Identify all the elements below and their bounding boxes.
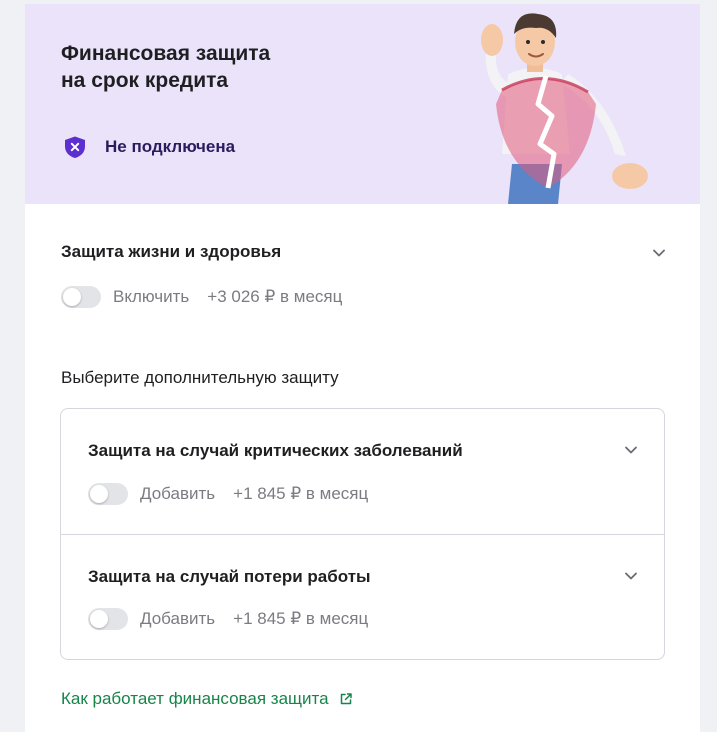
life-price: +3 026 ₽ в месяц [207, 287, 343, 306]
chevron-down-icon[interactable] [624, 569, 638, 583]
man-with-shield-illustration [481, 13, 648, 204]
job-loss-toggle-label: Добавить [140, 609, 216, 628]
divider [61, 534, 664, 535]
job-loss-header[interactable]: Защита на случай потери работы [88, 567, 371, 587]
job-loss-title: Защита на случай потери работы [88, 567, 371, 586]
critical-illness-header[interactable]: Защита на случай критических заболеваний [88, 441, 463, 461]
critical-illness-toggle-row: Добавить +1 845 ₽ в месяц [88, 483, 368, 505]
financial-protection-card: Финансовая защита на срок кредита Не под… [25, 4, 700, 732]
extra-options-box: Защита на случай критических заболеваний… [60, 408, 665, 660]
shield-x-icon [65, 136, 85, 158]
critical-illness-price: +1 845 ₽ в месяц [233, 484, 369, 503]
extra-protection-heading: Выберите дополнительную защиту [61, 368, 339, 387]
how-protection-works-link[interactable]: Как работает финансовая защита [61, 689, 353, 709]
life-protection-header[interactable]: Защита жизни и здоровья [61, 242, 665, 264]
critical-illness-title: Защита на случай критических заболеваний [88, 441, 463, 460]
job-loss-price: +1 845 ₽ в месяц [233, 609, 369, 628]
life-toggle-switch[interactable] [61, 286, 101, 308]
toggle-knob [90, 610, 108, 628]
job-loss-toggle-switch[interactable] [88, 608, 128, 630]
external-link-icon [340, 693, 352, 705]
life-protection-title: Защита жизни и здоровья [61, 242, 282, 261]
chevron-down-icon[interactable] [624, 443, 638, 457]
hero-title-line-1: Финансовая защита [61, 42, 271, 65]
chevron-down-icon[interactable] [652, 246, 666, 260]
status-badge: Не подключена [63, 135, 235, 159]
life-toggle-row: Включить +3 026 ₽ в месяц [61, 286, 342, 308]
life-toggle-label: Включить [113, 287, 190, 306]
hero-title-line-2: на срок кредита [61, 69, 229, 92]
hero-banner: Финансовая защита на срок кредита Не под… [25, 4, 700, 204]
toggle-knob [90, 485, 108, 503]
job-loss-toggle-row: Добавить +1 845 ₽ в месяц [88, 608, 368, 630]
status-text: Не подключена [105, 137, 236, 156]
hero-title: Финансовая защита на срок кредита [61, 40, 391, 94]
critical-illness-toggle-switch[interactable] [88, 483, 128, 505]
toggle-knob [63, 288, 81, 306]
critical-illness-toggle-label: Добавить [140, 484, 216, 503]
help-link-text: Как работает финансовая защита [61, 689, 329, 708]
